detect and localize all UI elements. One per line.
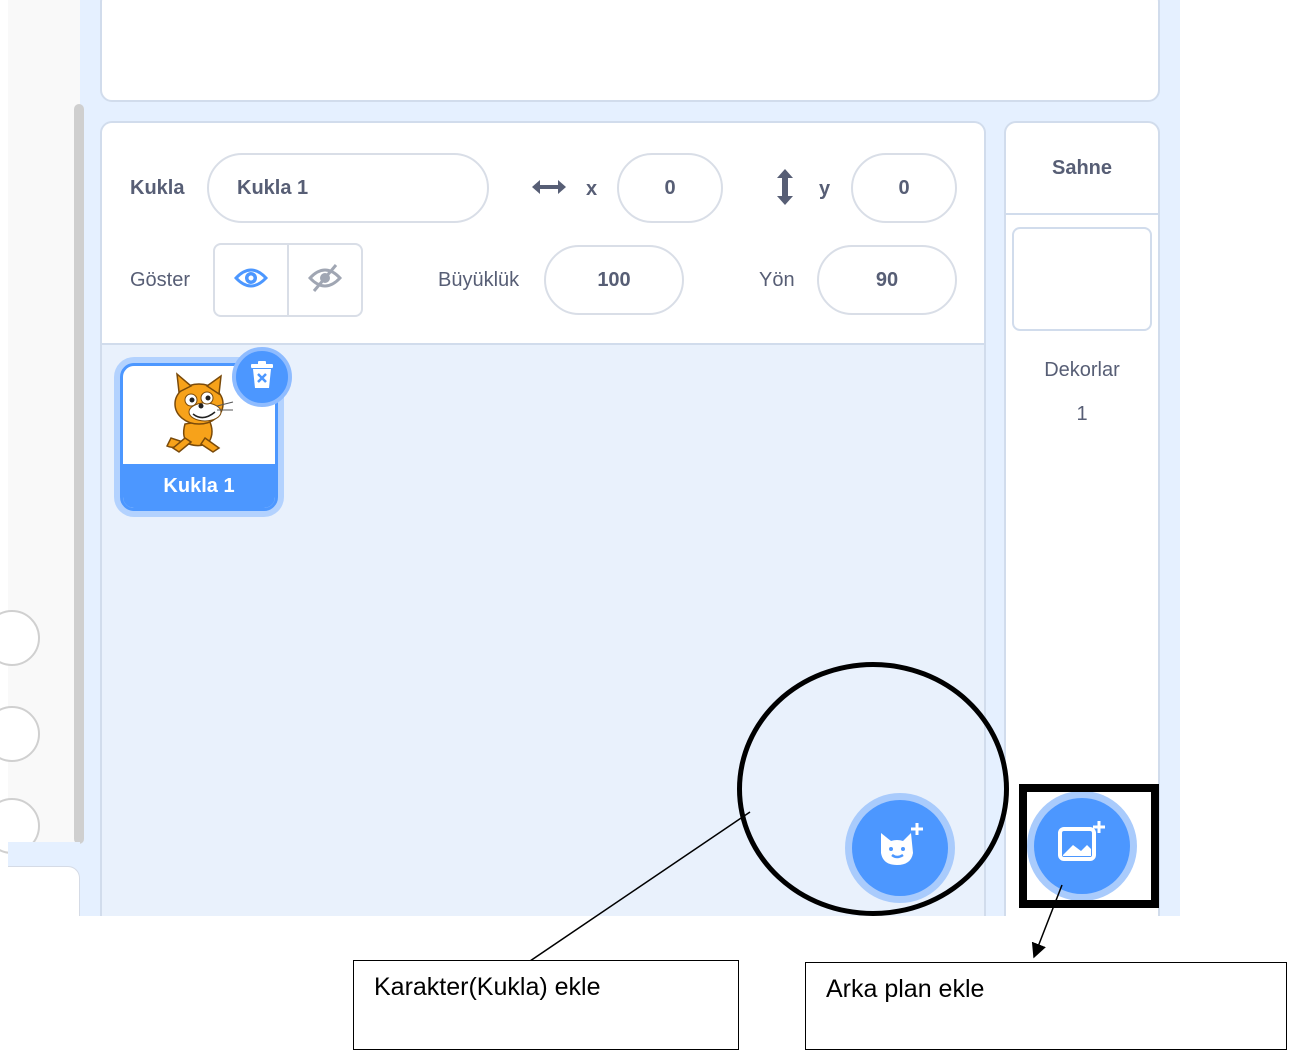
add-backdrop-annotation-box: Arka plan ekle [805, 962, 1287, 1050]
add-sprite-annotation-text: Karakter(Kukla) ekle [374, 973, 601, 1001]
arrow-to-sprite-annotation [503, 811, 751, 979]
add-sprite-annotation-box: Karakter(Kukla) ekle [353, 960, 739, 1050]
arrow-to-backdrop-annotation [1031, 884, 1063, 959]
annotation-arrows [503, 811, 1063, 979]
add-backdrop-annotation-text: Arka plan ekle [826, 975, 985, 1003]
